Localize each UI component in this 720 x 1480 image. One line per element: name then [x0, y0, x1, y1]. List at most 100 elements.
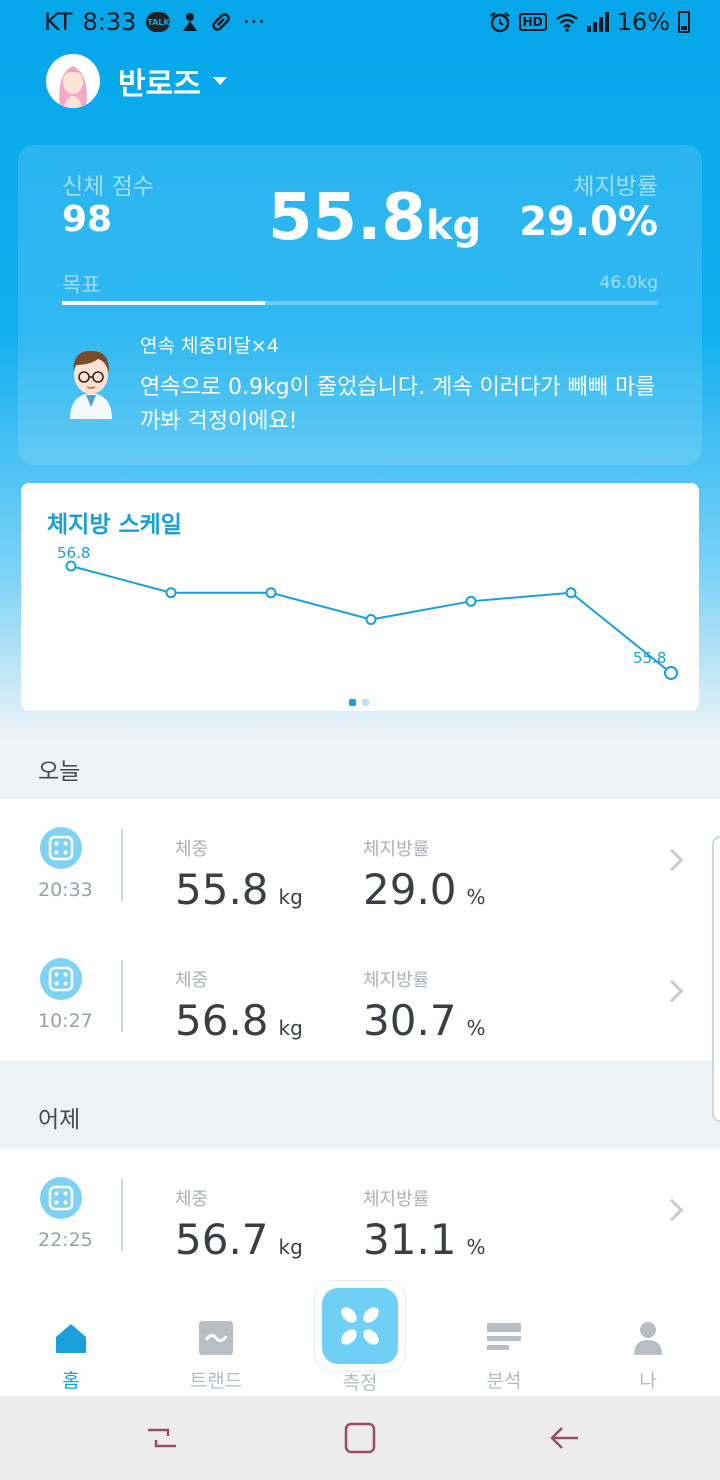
home-icon [53, 1320, 89, 1356]
row-divider [121, 960, 123, 1032]
body-fat-number: 30.7 [363, 996, 457, 1045]
measurement-time: 10:27 [38, 1010, 93, 1032]
wifi-icon [555, 12, 579, 32]
measurement-row[interactable]: 22:25 체중 56.7 kg 체지방률 31.1% [0, 1149, 720, 1279]
data-point[interactable] [165, 587, 177, 599]
section-label-yesterday: 어제 [38, 1107, 81, 1133]
weight-number: 56.8 [175, 996, 269, 1045]
nav-trend[interactable]: 트랜드 [166, 1320, 266, 1393]
avatar[interactable] [46, 54, 100, 108]
clock-text: 8:33 [82, 8, 137, 36]
profile-switcher[interactable]: 반로즈 [46, 54, 227, 108]
analysis-icon [486, 1320, 522, 1356]
body-score-value: 98 [62, 199, 113, 240]
nav-home-label: 홈 [62, 1370, 80, 1392]
weight-number: 56.7 [175, 1215, 269, 1264]
scale-icon [40, 827, 82, 869]
data-point[interactable] [65, 560, 77, 572]
chevron-down-icon[interactable] [212, 77, 227, 85]
body-fat-value: 29.0% [519, 199, 658, 245]
doctor-avatar-icon [62, 343, 120, 423]
data-label-first: 56.8 [57, 544, 90, 562]
nav-me-label: 나 [639, 1370, 657, 1392]
nav-analysis-label: 분석 [486, 1370, 522, 1392]
alarm-icon [489, 11, 511, 33]
weight-value: 56.8 kg [175, 996, 303, 1045]
weight-value: 55.8 kg [175, 865, 303, 914]
measurement-time: 22:25 [38, 1229, 93, 1251]
nav-analysis[interactable]: 분석 [454, 1320, 554, 1393]
yesterday-measurements: 22:25 체중 56.7 kg 체지방률 31.1% [0, 1149, 720, 1292]
status-bar: KT 8:33 TALK ··· HD 16% [0, 0, 720, 46]
chevron-right-icon[interactable] [660, 848, 684, 872]
body-fat-value: 31.1% [363, 1215, 486, 1264]
row-divider [121, 1179, 123, 1251]
chart-page-indicator[interactable] [349, 699, 369, 706]
measurement-row[interactable]: 10:27 체중 56.8 kg 체지방률 30.7% [0, 930, 720, 1060]
body-score-label: 신체 점수 [62, 174, 154, 200]
goal-label: 목표 [62, 273, 101, 297]
weight-trend-chart: 56.8 55.8 [57, 544, 678, 680]
scale-icon [40, 958, 82, 1000]
pill-icon [210, 11, 232, 33]
more-notifications-icon: ··· [242, 8, 266, 36]
coach-message: 연속으로 0.9kg이 줄었습니다. 계속 이러다가 빼빼 마를까봐 걱정이에요… [140, 375, 656, 434]
nav-measure-label: 측정 [342, 1372, 378, 1394]
trend-icon [198, 1320, 234, 1356]
weight-value: 56.7 kg [175, 1215, 303, 1264]
body-fat-unit: % [466, 1016, 486, 1040]
weight-label: 체중 [175, 970, 209, 991]
nav-me[interactable]: 나 [598, 1320, 698, 1393]
signal-icon [586, 12, 609, 32]
data-point[interactable] [265, 587, 277, 599]
hd-icon: HD [518, 13, 547, 31]
profile-name[interactable]: 반로즈 [118, 59, 201, 103]
body-summary-card[interactable]: 신체 점수 98 55.8kg 체지방률 29.0% 목표 46.0kg 연속 … [18, 145, 702, 465]
person-icon [630, 1320, 666, 1356]
body-fat-label: 체지방률 [363, 970, 430, 991]
row-divider [121, 829, 123, 901]
carrier-text: KT [44, 8, 73, 36]
goal-progress-fill [62, 301, 265, 305]
current-weight-unit: kg [425, 203, 482, 249]
streak-title: 연속 체중미달×4 [140, 335, 279, 357]
home-button-icon[interactable] [340, 1418, 380, 1458]
body-fat-unit: % [466, 885, 486, 909]
measure-button[interactable] [314, 1280, 406, 1372]
measurement-time: 20:33 [38, 879, 93, 901]
body-fat-label: 체지방률 [573, 174, 658, 200]
weight-label: 체중 [175, 839, 209, 860]
page-dot[interactable] [349, 699, 356, 706]
body-fat-number: 31.1 [363, 1215, 457, 1264]
back-icon[interactable] [544, 1418, 584, 1458]
app-notify-icon [180, 11, 200, 33]
edge-panel-handle[interactable] [712, 836, 720, 1122]
chevron-right-icon[interactable] [660, 979, 684, 1003]
page-dot[interactable] [362, 699, 369, 706]
body-fat-label: 체지방률 [363, 1189, 430, 1210]
system-navigation-bar [0, 1396, 720, 1480]
nav-home[interactable]: 홈 [21, 1320, 121, 1393]
body-fat-value: 29.0% [363, 865, 486, 914]
data-label-last: 55.8 [633, 649, 666, 667]
goal-progress-bar [62, 301, 658, 305]
measurement-row[interactable]: 20:33 체중 55.8 kg 체지방률 29.0% [0, 799, 720, 929]
data-point[interactable] [664, 666, 678, 680]
bottom-navigation: 홈 트랜드 측정 분석 나 [0, 1280, 720, 1396]
battery-text: 16% [616, 8, 670, 36]
data-point[interactable] [465, 595, 477, 607]
body-fat-value: 30.7% [363, 996, 486, 1045]
kakaotalk-icon: TALK [146, 12, 171, 32]
weight-label: 체중 [175, 1189, 209, 1210]
scale-icon [40, 1177, 82, 1219]
goal-value: 46.0kg [599, 273, 659, 293]
recent-apps-icon[interactable] [142, 1418, 182, 1458]
data-point[interactable] [565, 587, 577, 599]
data-point[interactable] [365, 614, 377, 625]
weight-unit: kg [278, 885, 303, 909]
weight-unit: kg [278, 1016, 303, 1040]
chevron-right-icon[interactable] [660, 1198, 684, 1222]
body-fat-scale-chart-card[interactable]: 체지방 스케일 56.8 55.8 [21, 483, 699, 711]
section-label-today: 오늘 [38, 759, 81, 785]
current-weight-value: 55.8 [268, 181, 426, 255]
